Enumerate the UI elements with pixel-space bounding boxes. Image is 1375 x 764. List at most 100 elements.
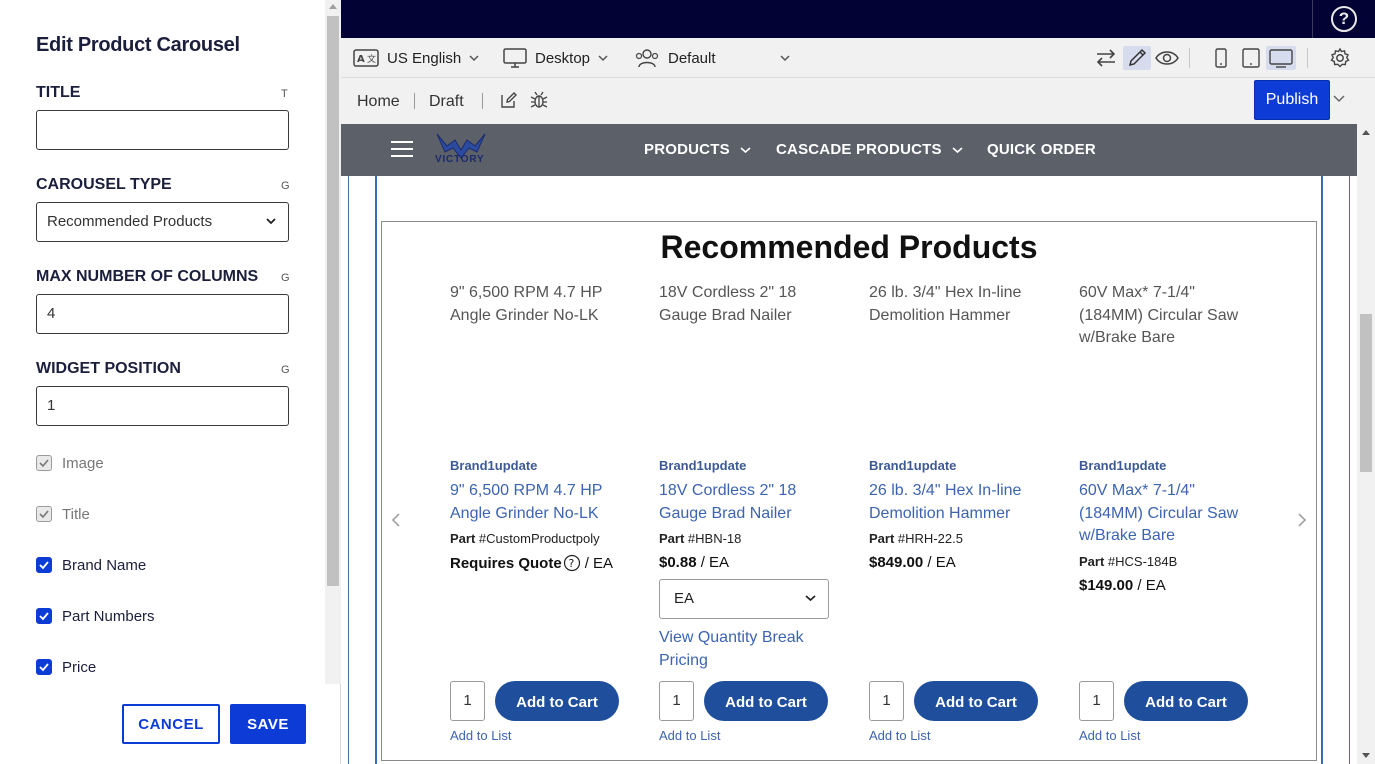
- price-uom: / EA: [1137, 576, 1166, 594]
- breadcrumb-home[interactable]: Home: [357, 93, 400, 111]
- product-brand: Brand1update: [659, 458, 747, 473]
- preview-scrollbar-thumb[interactable]: [1360, 314, 1372, 472]
- part-label: Part: [450, 531, 476, 546]
- device-selector[interactable]: Desktop: [503, 48, 616, 68]
- title-checkbox[interactable]: [36, 506, 52, 522]
- add-to-list-link[interactable]: Add to List: [659, 728, 720, 743]
- add-to-list-link[interactable]: Add to List: [869, 728, 930, 743]
- add-to-list-link[interactable]: Add to List: [1079, 728, 1140, 743]
- add-to-cart-button[interactable]: Add to Cart: [914, 681, 1038, 721]
- chevron-down-icon: [952, 146, 963, 153]
- brand-name-checkbox-row[interactable]: Brand Name: [36, 555, 146, 575]
- breadcrumb-divider: [414, 93, 415, 109]
- product-name-link[interactable]: 26 lb. 3/4" Hex In-line Demolition Hamme…: [869, 480, 1049, 525]
- edit-page-icon[interactable]: [499, 90, 519, 110]
- product-image[interactable]: 26 lb. 3/4" Hex In-line Demolition Hamme…: [869, 282, 1049, 458]
- breadcrumb-draft[interactable]: Draft: [429, 93, 464, 111]
- desktop-icon: [503, 48, 527, 68]
- editor-panel: Edit Product Carousel TITLE T CAROUSEL T…: [0, 0, 341, 764]
- title-input[interactable]: [36, 110, 289, 150]
- add-to-list-link[interactable]: Add to List: [450, 728, 511, 743]
- carousel-type-select[interactable]: Recommended Products: [36, 202, 289, 242]
- nav-products[interactable]: PRODUCTS: [644, 141, 751, 158]
- price-uom: / EA: [700, 554, 730, 571]
- product-name-link[interactable]: 60V Max* 7-1/4" (184MM) Circular Saw w/B…: [1079, 480, 1259, 548]
- widget-position-input[interactable]: 1: [36, 386, 289, 426]
- image-checkbox[interactable]: [36, 455, 52, 471]
- app-root: Edit Product Carousel TITLE T CAROUSEL T…: [0, 0, 1375, 764]
- preview-eye-icon[interactable]: [1154, 46, 1180, 70]
- check-icon: [39, 561, 49, 570]
- quantity-input[interactable]: 1: [869, 681, 904, 721]
- price-checkbox[interactable]: [36, 659, 52, 675]
- save-button[interactable]: SAVE: [230, 704, 306, 744]
- image-checkbox-row[interactable]: Image: [36, 453, 104, 473]
- preview-scrollbar[interactable]: [1357, 124, 1375, 764]
- chevron-down-icon: [780, 55, 790, 62]
- quantity-break-link[interactable]: View Quantity Break Pricing: [659, 627, 839, 672]
- add-to-cart-row: 1 Add to Cart: [1079, 681, 1248, 721]
- add-to-cart-button[interactable]: Add to Cart: [704, 681, 828, 721]
- brand-name-checkbox[interactable]: [36, 557, 52, 573]
- bug-icon[interactable]: [529, 90, 549, 110]
- price-value: $149.00: [1079, 576, 1134, 594]
- nav-quick-order[interactable]: QUICK ORDER: [987, 141, 1096, 158]
- edit-pencil-icon[interactable]: [1123, 46, 1151, 70]
- help-icon[interactable]: ?: [1331, 6, 1357, 32]
- help-area: ?: [1312, 0, 1375, 38]
- scroll-up-arrow-icon[interactable]: [329, 4, 337, 9]
- quantity-input[interactable]: 1: [1079, 681, 1114, 721]
- cancel-button[interactable]: CANCEL: [122, 704, 220, 744]
- part-numbers-checkbox[interactable]: [36, 608, 52, 624]
- product-name-link[interactable]: 9" 6,500 RPM 4.7 HP Angle Grinder No-LK: [450, 480, 630, 525]
- title-checkbox-row[interactable]: Title: [36, 504, 90, 524]
- chevron-down-icon: [740, 146, 751, 153]
- price-value: Requires Quote: [450, 554, 562, 572]
- product-image[interactable]: 9" 6,500 RPM 4.7 HP Angle Grinder No-LK: [450, 282, 630, 458]
- product-image[interactable]: 60V Max* 7-1/4" (184MM) Circular Saw w/B…: [1079, 282, 1259, 458]
- persona-selector[interactable]: Default: [634, 48, 794, 68]
- add-to-cart-button[interactable]: Add to Cart: [495, 681, 619, 721]
- product-brand: Brand1update: [450, 458, 538, 473]
- title-hint: T: [281, 88, 288, 100]
- nav-cascade-products[interactable]: CASCADE PRODUCTS: [776, 141, 963, 158]
- brand-name-checkbox-label: Brand Name: [62, 556, 147, 574]
- svg-text:A: A: [357, 54, 365, 65]
- scroll-up-arrow-icon[interactable]: [1362, 130, 1370, 135]
- quantity-input[interactable]: 1: [659, 681, 694, 721]
- chevron-right-icon[interactable]: [1297, 512, 1307, 528]
- product-card: 18V Cordless 2" 18 Gauge Brad Nailer Bra…: [659, 282, 839, 672]
- scroll-down-arrow-icon[interactable]: [1362, 753, 1370, 758]
- chevron-left-icon[interactable]: [391, 512, 401, 528]
- editor-scrollbar[interactable]: [325, 0, 341, 684]
- question-circle-icon[interactable]: ?: [563, 554, 581, 572]
- add-to-cart-button[interactable]: Add to Cart: [1124, 681, 1248, 721]
- price-value: $849.00: [869, 554, 924, 571]
- logo-text: VICTORY: [435, 154, 485, 165]
- add-to-cart-row: 1 Add to Cart: [450, 681, 619, 721]
- carousel-type-value: Recommended Products: [47, 213, 213, 230]
- editor-scrollbar-thumb[interactable]: [327, 16, 339, 586]
- part-label: Part: [869, 531, 895, 546]
- breadcrumb-divider: [482, 93, 483, 109]
- product-name-link[interactable]: 18V Cordless 2" 18 Gauge Brad Nailer: [659, 480, 839, 525]
- price-checkbox-row[interactable]: Price: [36, 657, 96, 677]
- uom-select[interactable]: EA: [659, 579, 829, 619]
- product-price: $0.88 / EA: [659, 554, 839, 571]
- product-image[interactable]: 18V Cordless 2" 18 Gauge Brad Nailer: [659, 282, 839, 458]
- part-numbers-checkbox-row[interactable]: Part Numbers: [36, 606, 155, 626]
- carousel-type-label: CAROUSEL TYPE: [36, 176, 172, 193]
- hamburger-menu-icon[interactable]: [391, 141, 413, 159]
- publish-button[interactable]: Publish: [1254, 80, 1330, 120]
- phone-view-icon[interactable]: [1208, 46, 1234, 70]
- swap-icon[interactable]: [1093, 46, 1119, 70]
- quantity-input[interactable]: 1: [450, 681, 485, 721]
- widget-position-hint: G: [281, 364, 290, 376]
- settings-gear-icon[interactable]: [1327, 46, 1353, 70]
- max-columns-input[interactable]: 4: [36, 294, 289, 334]
- desktop-view-icon[interactable]: [1266, 46, 1296, 70]
- page-preview: VICTORY PRODUCTS CASCADE PRODUCTS QUICK …: [341, 124, 1357, 764]
- language-selector[interactable]: A 文 US English: [353, 48, 487, 68]
- chevron-down-icon[interactable]: [1333, 94, 1345, 103]
- tablet-view-icon[interactable]: [1238, 46, 1264, 70]
